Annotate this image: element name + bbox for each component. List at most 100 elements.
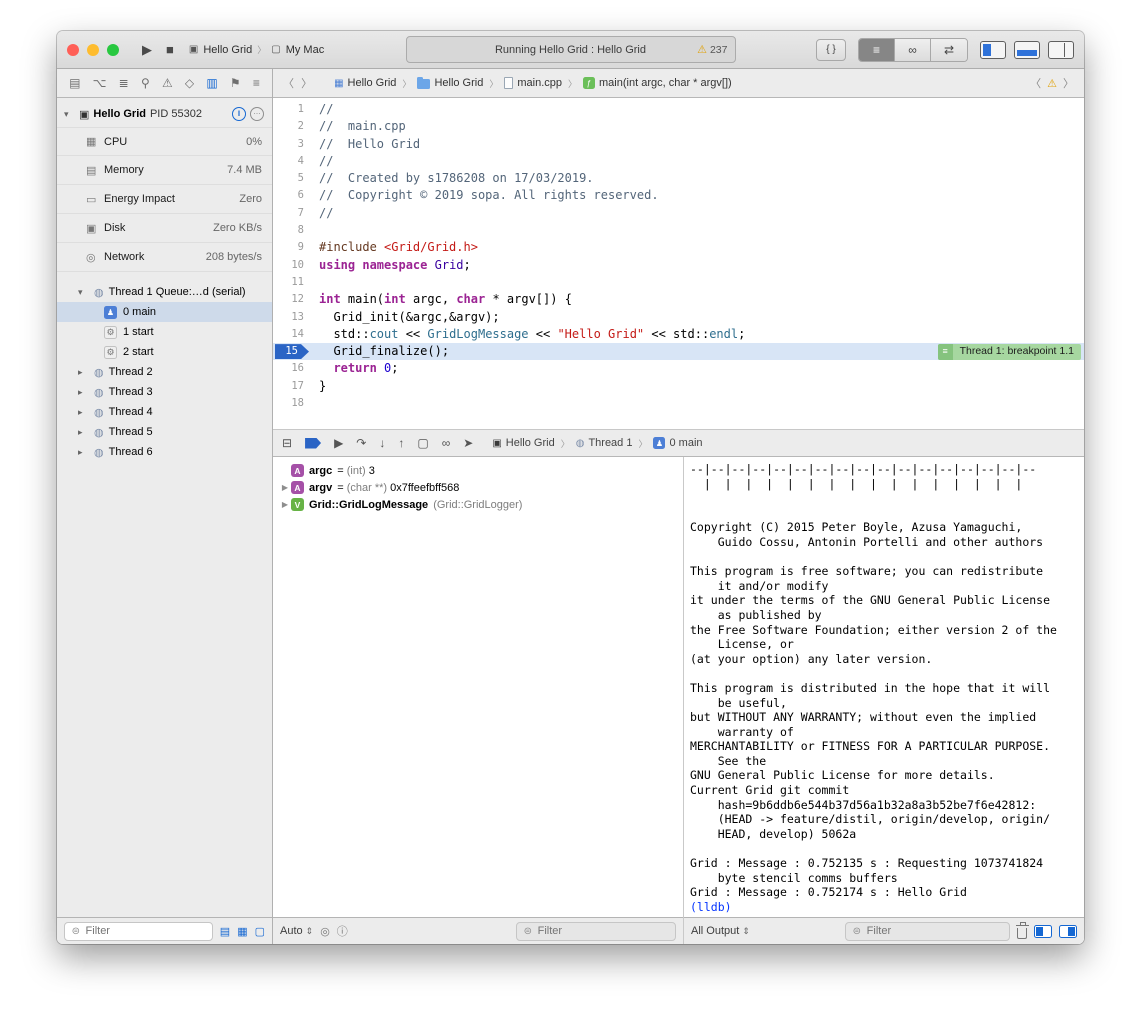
show-console-view-button[interactable] xyxy=(1059,925,1077,938)
line-number-gutter[interactable]: 17 xyxy=(273,378,311,395)
variable-row[interactable]: Aargc =(int)3 xyxy=(273,462,683,479)
simulate-location-icon[interactable]: ➤ xyxy=(463,436,473,450)
stack-frame-row[interactable]: ⚙1 start xyxy=(57,322,272,342)
version-editor-button[interactable]: ⇄ xyxy=(931,39,967,61)
navigator-filter-input[interactable] xyxy=(86,925,207,937)
crumb-group[interactable]: Hello Grid xyxy=(417,77,483,89)
disclosure-icon[interactable]: ▸ xyxy=(78,427,89,438)
line-number-gutter[interactable]: 10 xyxy=(273,257,311,274)
thread-row[interactable]: ▸◍Thread 5 xyxy=(57,422,272,442)
crumb-symbol[interactable]: ƒmain(int argc, char * argv[]) xyxy=(583,77,732,89)
line-number-gutter[interactable]: 5 xyxy=(273,170,311,187)
line-number-gutter[interactable]: 8 xyxy=(273,222,311,239)
project-navigator-icon[interactable]: ▤ xyxy=(69,76,80,90)
line-number-gutter[interactable]: 3 xyxy=(273,136,311,153)
history-back-forward[interactable]: 〈 〉 xyxy=(283,75,314,91)
process-options-button[interactable]: ⋯ xyxy=(250,107,264,121)
disclosure-closed-icon[interactable]: ▶ xyxy=(279,500,291,509)
gauge-row-network[interactable]: ◎Network208 bytes/s xyxy=(57,243,272,272)
variables-filter-field[interactable]: ⊜ xyxy=(516,922,676,941)
memory-graph-icon[interactable]: ∞ xyxy=(442,436,451,450)
line-number-gutter[interactable]: 6 xyxy=(273,187,311,204)
line-number-gutter[interactable]: 12 xyxy=(273,291,311,308)
step-over-icon[interactable]: ↷ xyxy=(356,436,366,450)
crumb-thread[interactable]: ◍Thread 1 xyxy=(576,437,633,449)
console-output[interactable]: --|--|--|--|--|--|--|--|--|--|--|--|--|-… xyxy=(684,457,1084,917)
thread-row[interactable]: ▸◍Thread 3 xyxy=(57,382,272,402)
source-editor[interactable]: 1//2// main.cpp3// Hello Grid4//5// Crea… xyxy=(273,98,1084,429)
line-number-gutter[interactable]: 11 xyxy=(273,274,311,291)
stop-button[interactable]: ■ xyxy=(166,42,174,57)
breakpoint-marker[interactable]: 15 xyxy=(275,344,309,359)
toggle-navigator-button[interactable] xyxy=(980,41,1006,59)
thread-row[interactable]: ▸◍Thread 2 xyxy=(57,362,272,382)
source-control-navigator-icon[interactable]: ⌥ xyxy=(93,76,107,90)
disclosure-open-icon[interactable]: ▾ xyxy=(64,109,75,120)
line-number-gutter[interactable]: 4 xyxy=(273,153,311,170)
thread-row[interactable]: ▾◍Thread 1 Queue:…d (serial) xyxy=(57,282,272,302)
line-number-gutter[interactable]: 14 xyxy=(273,326,311,343)
assistant-editor-button[interactable]: ∞ xyxy=(895,39,931,61)
hide-debug-area-icon[interactable]: ⊟ xyxy=(282,436,292,450)
close-window-button[interactable] xyxy=(67,44,79,56)
line-number-gutter[interactable]: 18 xyxy=(273,395,311,412)
forward-icon[interactable]: 〉 xyxy=(301,78,314,90)
symbol-navigator-icon[interactable]: ≣ xyxy=(119,76,129,90)
console-filter-input[interactable] xyxy=(867,925,1004,937)
variable-scope-popup[interactable]: Auto ⇕ xyxy=(280,925,313,937)
gauge-row-energy-impact[interactable]: ▭Energy ImpactZero xyxy=(57,185,272,214)
step-out-icon[interactable]: ↑ xyxy=(398,436,404,450)
filter-frames-button[interactable]: ▢ xyxy=(255,925,265,938)
variable-row[interactable]: ▶VGrid::GridLogMessage(Grid::GridLogger) xyxy=(273,496,683,513)
thread-row[interactable]: ▸◍Thread 4 xyxy=(57,402,272,422)
show-variables-view-button[interactable] xyxy=(1034,925,1052,938)
variable-row[interactable]: ▶Aargv =(char **)0x7ffeefbff568 xyxy=(273,479,683,496)
disclosure-icon[interactable]: ▸ xyxy=(78,407,89,418)
crumb-frame[interactable]: ♟0 main xyxy=(653,437,702,449)
crumb-file[interactable]: main.cpp xyxy=(504,77,562,89)
console-filter-field[interactable]: ⊜ xyxy=(845,922,1010,941)
debug-navigator-icon[interactable]: ▥ xyxy=(206,76,217,90)
stack-frame-row[interactable]: ⚙2 start xyxy=(57,342,272,362)
scheme-selector[interactable]: ▣ Hello Grid 〉 ▢ My Mac xyxy=(189,43,324,56)
quicklook-icon[interactable]: ◎ xyxy=(320,925,330,938)
disclosure-icon[interactable]: ▸ xyxy=(78,367,89,378)
view-by-queue-button[interactable]: ▦ xyxy=(237,925,247,938)
disclosure-icon[interactable]: ▸ xyxy=(78,387,89,398)
line-number-gutter[interactable]: 7 xyxy=(273,205,311,222)
toggle-debug-area-button[interactable] xyxy=(1014,41,1040,59)
thread-row[interactable]: ▸◍Thread 6 xyxy=(57,442,272,462)
clear-console-button[interactable] xyxy=(1017,928,1027,939)
gauge-row-memory[interactable]: ▤Memory7.4 MB xyxy=(57,156,272,185)
variables-filter-input[interactable] xyxy=(538,925,670,937)
next-issue-button[interactable]: 〉 xyxy=(1063,75,1074,91)
line-number-gutter[interactable]: 13 xyxy=(273,309,311,326)
minimize-window-button[interactable] xyxy=(87,44,99,56)
disclosure-closed-icon[interactable]: ▶ xyxy=(279,483,291,492)
info-icon[interactable]: ⓘ xyxy=(337,923,348,939)
issue-navigator-icon[interactable]: ⚠ xyxy=(162,76,173,90)
zoom-window-button[interactable] xyxy=(107,44,119,56)
find-navigator-icon[interactable]: ⚲ xyxy=(141,76,150,90)
gauge-row-disk[interactable]: ▣DiskZero KB/s xyxy=(57,214,272,243)
breakpoint-annotation[interactable]: ≡Thread 1: breakpoint 1.1 xyxy=(938,344,1081,360)
view-by-thread-button[interactable]: ▤ xyxy=(220,925,230,938)
standard-editor-button[interactable]: ≡ xyxy=(859,39,895,61)
crumb-project[interactable]: ▦Hello Grid xyxy=(334,77,396,89)
test-navigator-icon[interactable]: ◇ xyxy=(185,76,194,90)
console-output-popup[interactable]: All Output ⇕ xyxy=(691,925,750,937)
back-icon[interactable]: 〈 xyxy=(283,78,296,90)
toggle-inspector-button[interactable] xyxy=(1048,41,1074,59)
crumb-app[interactable]: ▣Hello Grid xyxy=(492,437,554,449)
continue-icon[interactable]: ▶ xyxy=(334,436,343,450)
disclosure-icon[interactable]: ▾ xyxy=(78,287,89,298)
issue-count[interactable]: ⚠ 237 xyxy=(697,37,727,62)
navigator-filter-field[interactable]: ⊜ xyxy=(64,922,213,941)
gauge-row-cpu[interactable]: ▦CPU0% xyxy=(57,127,272,156)
view-hierarchy-icon[interactable]: ▢ xyxy=(417,436,428,450)
activate-breakpoints-icon[interactable] xyxy=(305,438,321,449)
report-navigator-icon[interactable]: ≡ xyxy=(253,76,260,90)
line-number-gutter[interactable]: 15 xyxy=(273,343,311,360)
pause-process-button[interactable]: ‖ xyxy=(232,107,246,121)
run-button[interactable]: ▶ xyxy=(142,42,152,58)
